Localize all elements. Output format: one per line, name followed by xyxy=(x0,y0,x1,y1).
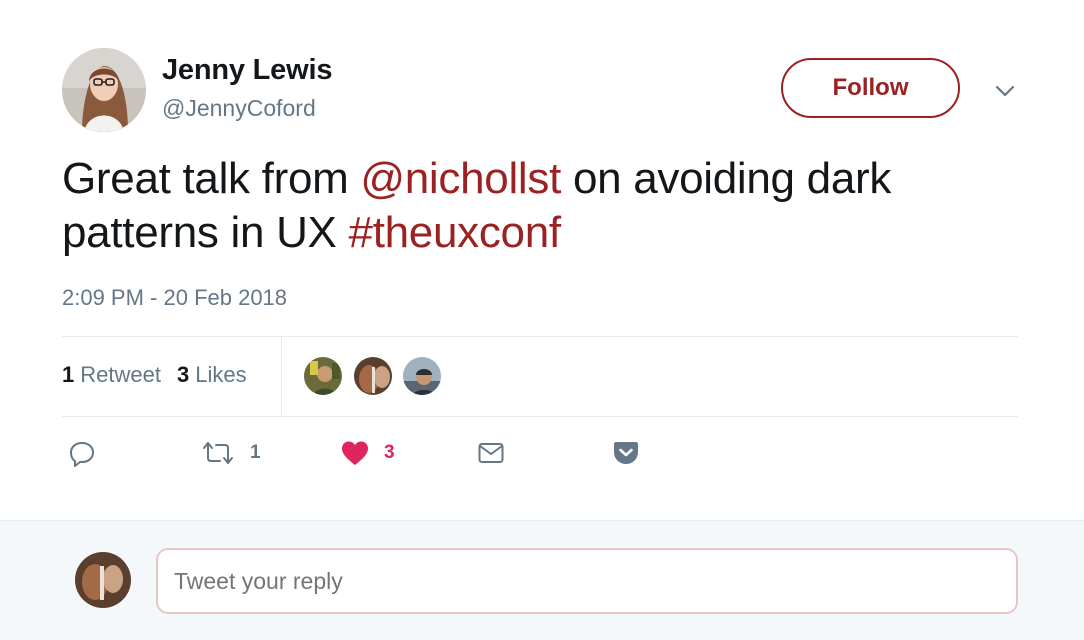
retweets-label: Retweet xyxy=(80,362,161,387)
reply-button[interactable] xyxy=(68,436,96,470)
pocket-button[interactable] xyxy=(612,436,640,470)
reply-icon xyxy=(68,439,96,467)
heart-icon xyxy=(340,439,370,467)
follow-button[interactable]: Follow xyxy=(781,58,960,118)
divider xyxy=(62,336,1018,337)
author-avatar[interactable] xyxy=(62,48,146,132)
direct-message-button[interactable] xyxy=(477,436,505,470)
envelope-icon xyxy=(477,439,505,467)
like-button[interactable]: 3 xyxy=(340,436,395,470)
like-count: 3 xyxy=(384,442,395,463)
liker-avatar[interactable] xyxy=(302,355,344,397)
retweet-icon xyxy=(200,439,236,467)
retweet-count: 1 xyxy=(250,442,261,463)
tweet-text: Great talk from @nichollst on avoiding d… xyxy=(62,152,1022,260)
retweets-count: 1 xyxy=(62,362,75,387)
likes-count: 3 xyxy=(176,362,190,387)
reply-input[interactable] xyxy=(156,548,1018,614)
tweet-timestamp[interactable]: 2:09 PM - 20 Feb 2018 xyxy=(62,285,287,311)
pocket-icon xyxy=(612,439,640,467)
tweet-stats: 1 Retweet 3 Likes xyxy=(62,362,247,388)
tweet-card: Jenny Lewis @JennyCoford Follow Great ta… xyxy=(0,0,1084,520)
retweet-button[interactable]: 1 xyxy=(200,436,261,470)
retweets-stat[interactable]: 1 Retweet xyxy=(62,362,161,388)
mention-link[interactable]: @nichollst xyxy=(360,154,561,203)
likes-label: Likes xyxy=(195,362,247,387)
hashtag-link[interactable]: #theuxconf xyxy=(349,208,562,257)
divider xyxy=(281,337,282,416)
author-handle[interactable]: @JennyCoford xyxy=(162,95,316,122)
author-name[interactable]: Jenny Lewis xyxy=(162,54,332,87)
likes-stat[interactable]: 3 Likes xyxy=(177,362,247,388)
tweet-text-part: Great talk from xyxy=(62,154,361,203)
liker-avatar[interactable] xyxy=(352,355,394,397)
chevron-down-icon[interactable] xyxy=(992,78,1018,104)
divider xyxy=(62,416,1018,417)
liker-avatar[interactable] xyxy=(401,355,443,397)
current-user-avatar xyxy=(75,552,131,608)
